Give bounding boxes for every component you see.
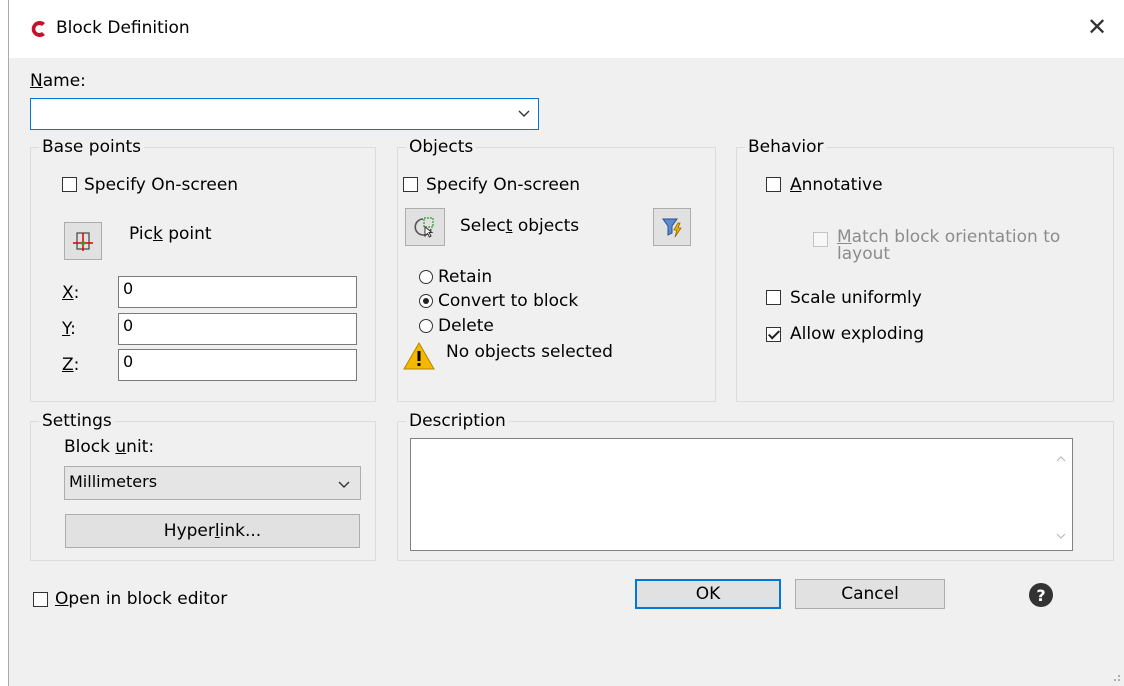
description-textarea[interactable] xyxy=(410,438,1073,551)
cancel-button[interactable]: Cancel xyxy=(795,579,945,609)
select-objects-icon xyxy=(414,217,434,238)
base-points-legend: Base points xyxy=(42,137,142,157)
z-input[interactable]: 0 xyxy=(118,349,357,381)
ok-button[interactable]: OK xyxy=(635,579,781,609)
allow-exploding-checkbox[interactable] xyxy=(766,327,781,342)
app-logo-icon xyxy=(31,21,45,37)
title-bar: Block Definition ✕ xyxy=(9,0,1124,58)
resize-grip-icon[interactable] xyxy=(1111,672,1121,682)
pick-point-icon xyxy=(73,232,93,251)
warning-icon xyxy=(403,341,435,370)
quick-select-filter-icon xyxy=(662,218,682,238)
objects-legend: Objects xyxy=(409,137,474,157)
open-in-block-editor-checkbox[interactable] xyxy=(33,592,48,607)
name-label: Name: xyxy=(30,71,86,91)
retain-label: Retain xyxy=(438,267,493,287)
y-input[interactable]: 0 xyxy=(118,313,357,345)
scroll-up-icon[interactable] xyxy=(1056,455,1066,462)
behavior-legend: Behavior xyxy=(748,137,824,157)
delete-radio[interactable] xyxy=(419,319,433,333)
objects-specify-onscreen-label: Specify On-screen xyxy=(426,175,581,195)
objects-specify-onscreen-checkbox[interactable] xyxy=(403,177,418,192)
block-unit-dropdown[interactable]: Millimeters xyxy=(64,466,361,500)
scroll-down-icon[interactable] xyxy=(1056,533,1066,540)
delete-label: Delete xyxy=(438,316,494,336)
annotative-checkbox[interactable] xyxy=(766,177,781,192)
retain-radio[interactable] xyxy=(419,270,433,284)
y-label: Y: xyxy=(62,319,76,339)
x-value: 0 xyxy=(123,279,134,298)
z-label: Z: xyxy=(62,355,80,375)
window-title: Block Definition xyxy=(56,18,190,38)
block-unit-value: Millimeters xyxy=(69,472,158,491)
annotative-label: Annotative xyxy=(790,175,883,195)
select-objects-button[interactable] xyxy=(405,208,445,246)
match-orientation-checkbox[interactable] xyxy=(813,232,828,247)
block-unit-label: Block unit: xyxy=(64,437,155,457)
y-value: 0 xyxy=(123,316,134,335)
hyperlink-button[interactable]: Hyper l ink... xyxy=(65,514,360,548)
select-objects-label: Select objects xyxy=(460,216,580,236)
match-orientation-label: Match block orientation to layout xyxy=(837,227,1061,264)
quick-select-button[interactable] xyxy=(653,208,691,246)
open-in-block-editor-label: Open in block editor xyxy=(55,589,228,609)
x-input[interactable]: 0 xyxy=(118,276,357,308)
z-value: 0 xyxy=(123,352,134,371)
chevron-down-icon xyxy=(338,481,350,488)
name-combobox[interactable] xyxy=(30,98,539,130)
block-definition-dialog: Block Definition ✕ Name: Base points Spe… xyxy=(8,0,1124,686)
allow-exploding-label: Allow exploding xyxy=(790,324,924,344)
no-objects-status: No objects selected xyxy=(446,342,613,362)
scale-uniformly-label: Scale uniformly xyxy=(790,288,922,308)
base-specify-onscreen-label: Specify On-screen xyxy=(84,175,239,195)
chevron-down-icon xyxy=(518,110,530,117)
convert-to-block-label: Convert to block xyxy=(438,291,579,311)
pick-point-label: Pick point xyxy=(129,224,212,244)
settings-legend: Settings xyxy=(42,411,112,431)
pick-point-button[interactable] xyxy=(64,222,102,260)
x-label: X: xyxy=(62,283,80,303)
close-icon[interactable]: ✕ xyxy=(1080,10,1114,44)
description-legend: Description xyxy=(409,411,506,431)
convert-to-block-radio[interactable] xyxy=(419,294,433,308)
help-icon[interactable]: ? xyxy=(1029,583,1053,607)
base-specify-onscreen-checkbox[interactable] xyxy=(62,177,77,192)
scale-uniformly-checkbox[interactable] xyxy=(766,290,781,305)
